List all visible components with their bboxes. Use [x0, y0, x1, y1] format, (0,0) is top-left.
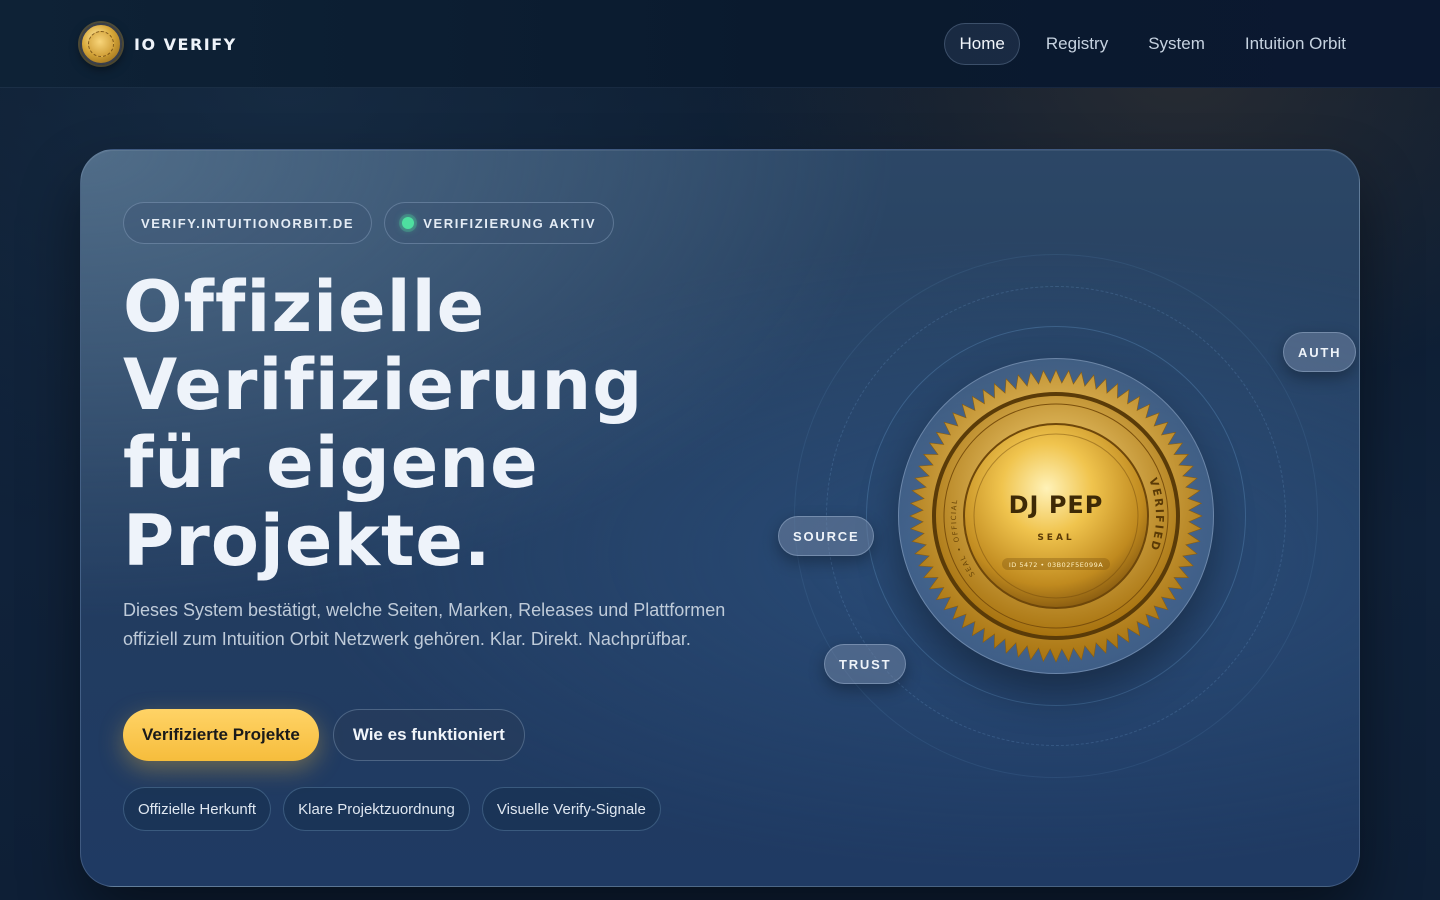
domain-pill: VERIFY.INTUITIONORBIT.DE: [123, 202, 373, 244]
headline-line-1: Offizielle: [123, 266, 486, 348]
domain-pill-label: VERIFY.INTUITIONORBIT.DE: [141, 215, 355, 231]
nav-item-registry[interactable]: Registry: [1032, 23, 1122, 65]
headline-line-3: für eigene: [123, 422, 539, 504]
orbit-tag-source: SOURCE: [778, 516, 875, 556]
feature-tag-signals: Visuelle Verify-Signale: [481, 787, 661, 831]
headline-line-2: Verifizierung: [123, 344, 644, 426]
seal-title: DJ PEP: [1009, 491, 1104, 519]
status-pill-label: VERIFIZIERUNG AKTIV: [423, 215, 597, 231]
seal-visual: VERIFIED SEAL • OFFICIAL DJ PEP SEAL ID …: [771, 250, 1357, 790]
status-pill: VERIFIZIERUNG AKTIV: [384, 202, 615, 244]
hero-description: Dieses System bestätigt, welche Seiten, …: [123, 600, 726, 649]
hero-card: VERIFY.INTUITIONORBIT.DE VERIFIZIERUNG A…: [80, 149, 1360, 887]
hero-headline: Offizielle Verifizierung für eigene Proj…: [123, 268, 823, 580]
feature-tags: Offizielle Herkunft Klare Projektzuordnu…: [123, 787, 661, 831]
status-dot-icon: [402, 217, 415, 229]
hero-pills: VERIFY.INTUITIONORBIT.DE VERIFIZIERUNG A…: [123, 202, 615, 244]
headline-line-4: Projekte.: [123, 500, 492, 582]
nav-item-home[interactable]: Home: [944, 23, 1020, 65]
orbit-tag-auth: AUTH: [1283, 332, 1357, 372]
seal-logo-center: [88, 31, 114, 57]
feature-tag-assignment: Klare Projektzuordnung: [283, 787, 470, 831]
nav-item-system[interactable]: System: [1134, 23, 1219, 65]
nav-item-intuition-orbit[interactable]: Intuition Orbit: [1231, 23, 1360, 65]
feature-tag-origin: Offizielle Herkunft: [123, 787, 272, 831]
seal-id: ID 5472 • 03B02F5E099A: [1009, 561, 1103, 569]
main-nav: Home Registry System Intuition Orbit: [944, 23, 1360, 65]
hero-actions: Verifizierte Projekte Wie es funktionier…: [123, 709, 525, 761]
gold-seal-icon: [80, 23, 122, 65]
brand-name: IO VERIFY: [134, 34, 237, 54]
how-it-works-button[interactable]: Wie es funktioniert: [332, 709, 525, 761]
top-navigation-bar: IO VERIFY Home Registry System Intuition…: [0, 0, 1440, 88]
gold-seal-icon: VERIFIED SEAL • OFFICIAL DJ PEP SEAL ID …: [909, 369, 1203, 663]
seal-label: SEAL: [1037, 533, 1074, 543]
orbit-tag-trust: TRUST: [824, 644, 907, 684]
verified-projects-button[interactable]: Verifizierte Projekte: [123, 709, 319, 761]
brand[interactable]: IO VERIFY: [80, 23, 237, 65]
